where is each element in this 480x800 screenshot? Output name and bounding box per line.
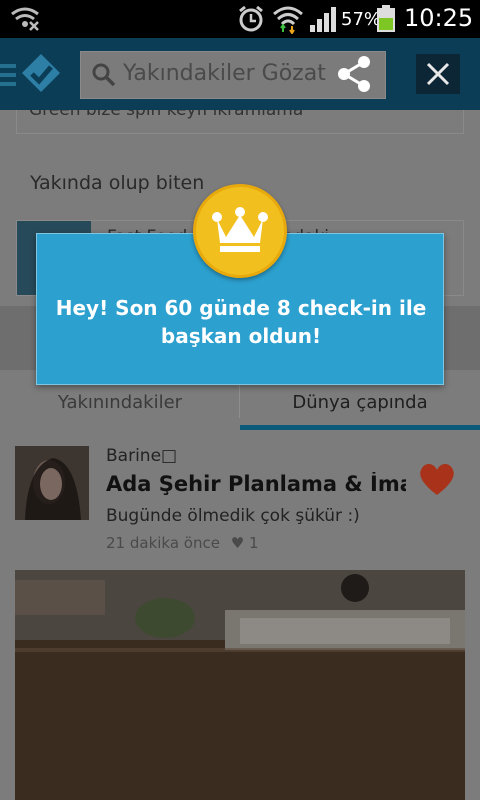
dialog-message: Hey! Son 60 günde 8 check-in ile başkan … bbox=[55, 296, 427, 348]
feed-venue[interactable]: Ada Şehir Planlama & İmar'... bbox=[106, 472, 406, 496]
usb-debug-icon bbox=[11, 7, 39, 31]
battery-icon bbox=[377, 5, 395, 32]
feed-like-count: 1 bbox=[248, 534, 259, 552]
section-heading: Yakında olup biten bbox=[30, 172, 205, 194]
top-card-text: Green bize spin keyfi ikramlama bbox=[29, 110, 304, 120]
top-card: Green bize spin keyfi ikramlama bbox=[16, 110, 464, 134]
wifi-icon bbox=[273, 6, 303, 34]
share-icon[interactable] bbox=[336, 55, 372, 93]
close-button[interactable] bbox=[416, 54, 460, 94]
signal-icon bbox=[310, 7, 336, 32]
checkin-photo[interactable] bbox=[15, 570, 465, 800]
battery-percent: 57% bbox=[341, 9, 382, 30]
crown-icon bbox=[212, 207, 268, 252]
crown-badge bbox=[193, 184, 287, 278]
avatar[interactable] bbox=[15, 446, 89, 520]
feed-username: Barine□ bbox=[106, 446, 178, 466]
clock: 10:25 bbox=[404, 4, 474, 32]
small-heart-icon: ♥ bbox=[230, 534, 245, 552]
alarm-icon bbox=[239, 5, 263, 32]
close-icon bbox=[426, 62, 450, 86]
foursquare-logo-icon[interactable] bbox=[20, 52, 62, 94]
hamburger-icon[interactable] bbox=[0, 64, 16, 86]
status-bar: 57% 10:25 bbox=[0, 0, 480, 38]
heart-icon[interactable] bbox=[418, 462, 456, 496]
search-icon bbox=[92, 63, 116, 87]
feed-meta: 21 dakika önce ♥ 1 bbox=[106, 534, 259, 552]
feed-shout: Bugünde ölmedik çok şükür :) bbox=[106, 506, 360, 526]
feed-time: 21 dakika önce bbox=[106, 534, 220, 552]
feed-item[interactable]: Barine□ Ada Şehir Planlama & İmar'... Bu… bbox=[0, 430, 480, 570]
app-header: Yakındakiler Gözat bbox=[0, 38, 480, 110]
